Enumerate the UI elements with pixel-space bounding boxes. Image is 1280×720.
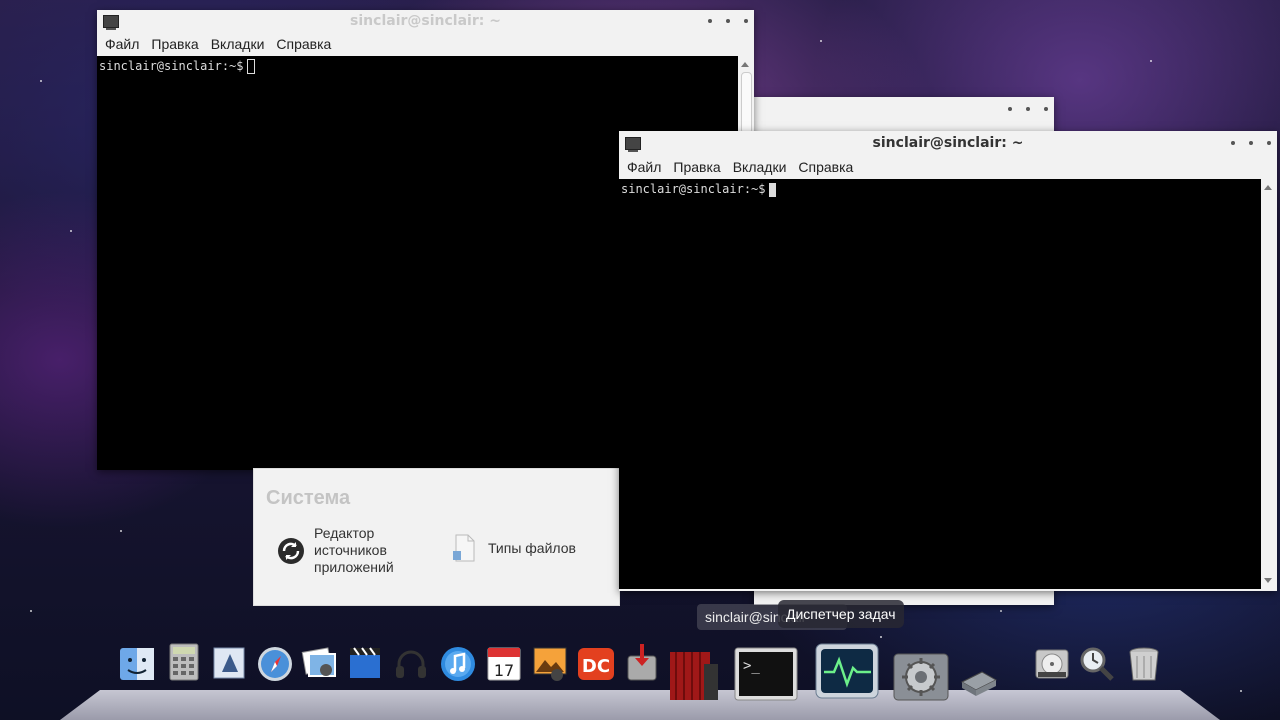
window-controls[interactable] bbox=[1231, 136, 1271, 145]
disk-icon[interactable] bbox=[1032, 640, 1072, 684]
shell-prompt: sinclair@sinclair:~$ bbox=[99, 59, 244, 73]
svg-text:DC: DC bbox=[582, 656, 610, 677]
maximize-button[interactable] bbox=[726, 19, 730, 23]
window-controls[interactable] bbox=[1008, 102, 1048, 111]
system-popup: Система Редактор источников приложений Т… bbox=[253, 468, 620, 606]
movie-icon[interactable] bbox=[668, 650, 722, 706]
window-title: sinclair@sinclair: ~ bbox=[350, 13, 501, 29]
menu-tabs[interactable]: Вкладки bbox=[727, 159, 793, 175]
menu-edit[interactable]: Правка bbox=[667, 159, 726, 175]
terminal-area[interactable]: sinclair@sinclair:~$ bbox=[619, 179, 1261, 589]
itunes-icon[interactable] bbox=[438, 640, 478, 684]
mail-icon[interactable] bbox=[210, 640, 250, 684]
menu-file[interactable]: Файл bbox=[99, 36, 145, 52]
task-manager-tooltip: Диспетчер задач bbox=[778, 600, 904, 628]
menu-bar: Файл Правка Вкладки Справка bbox=[97, 32, 754, 56]
system-monitor-icon[interactable] bbox=[812, 640, 882, 702]
docs-icon[interactable]: DC bbox=[576, 640, 616, 684]
terminal-window-front[interactable]: sinclair@sinclair: ~ Файл Правка Вкладки… bbox=[619, 131, 1277, 591]
text-cursor bbox=[768, 182, 776, 197]
headphones-icon[interactable] bbox=[391, 640, 431, 684]
close-button[interactable] bbox=[1267, 141, 1271, 145]
minimize-button[interactable] bbox=[1231, 141, 1235, 145]
dock bbox=[60, 688, 1220, 720]
finder-icon[interactable] bbox=[118, 640, 158, 684]
video-editor-icon[interactable] bbox=[346, 640, 386, 684]
minimize-button[interactable] bbox=[708, 19, 712, 23]
photo-viewer-icon[interactable] bbox=[530, 640, 570, 684]
photos-icon[interactable] bbox=[300, 640, 340, 684]
popup-heading: Система bbox=[266, 487, 351, 509]
svg-text:>_: >_ bbox=[743, 658, 760, 674]
scroll-up-icon[interactable] bbox=[1264, 185, 1272, 190]
scroll-up-icon[interactable] bbox=[741, 62, 749, 67]
safari-icon[interactable] bbox=[255, 640, 295, 684]
menu-bar: Файл Правка Вкладки Справка bbox=[619, 155, 1277, 179]
app-installer-icon[interactable] bbox=[622, 640, 662, 684]
terminal-icon[interactable]: >_ bbox=[733, 646, 799, 702]
file-types-item[interactable]: Типы файлов bbox=[452, 533, 576, 563]
drive-icon[interactable] bbox=[958, 668, 998, 712]
window-controls[interactable] bbox=[708, 14, 748, 23]
maximize-button[interactable] bbox=[1249, 141, 1253, 145]
calendar-day: 17 bbox=[494, 661, 514, 680]
menu-file[interactable]: Файл bbox=[621, 159, 667, 175]
sync-icon bbox=[278, 537, 304, 564]
calculator-icon[interactable] bbox=[164, 640, 204, 684]
shell-prompt: sinclair@sinclair:~$ bbox=[621, 182, 766, 196]
scroll-thumb[interactable] bbox=[741, 72, 752, 134]
app-sources-editor-item[interactable]: Редактор источников приложений bbox=[276, 525, 394, 576]
settings-icon[interactable] bbox=[892, 652, 950, 702]
close-button[interactable] bbox=[744, 19, 748, 23]
scroll-down-icon[interactable] bbox=[1264, 578, 1272, 583]
menu-help[interactable]: Справка bbox=[270, 36, 337, 52]
calendar-icon[interactable]: 17 bbox=[484, 640, 524, 684]
text-cursor bbox=[246, 59, 255, 74]
search-icon[interactable] bbox=[1077, 640, 1117, 684]
menu-help[interactable]: Справка bbox=[792, 159, 859, 175]
file-types-label: Типы файлов bbox=[488, 540, 576, 556]
menu-edit[interactable]: Правка bbox=[145, 36, 204, 52]
window-title: sinclair@sinclair: ~ bbox=[872, 135, 1024, 151]
menu-tabs[interactable]: Вкладки bbox=[205, 36, 271, 52]
trash-icon[interactable] bbox=[1124, 640, 1164, 684]
vertical-scrollbar[interactable] bbox=[1261, 179, 1277, 589]
app-sources-editor-label: Редактор источников приложений bbox=[314, 525, 394, 575]
file-types-icon bbox=[453, 534, 475, 562]
